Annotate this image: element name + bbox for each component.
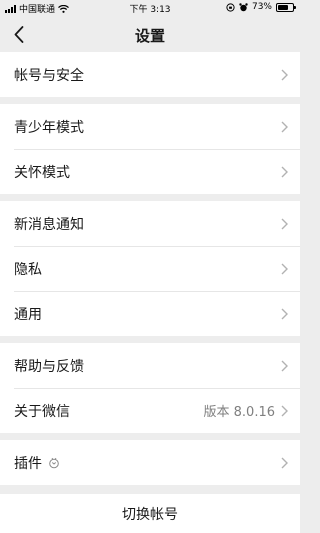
switch-account-label: 切换帐号: [122, 506, 178, 523]
settings-item-about-wechat[interactable]: 关于微信 版本 8.0.16: [0, 388, 300, 433]
chevron-right-icon: [281, 308, 288, 320]
chevron-right-icon: [281, 263, 288, 275]
settings-item-label: 关于微信: [14, 403, 70, 420]
settings-group-about: 帮助与反馈 关于微信 版本 8.0.16: [0, 343, 300, 433]
battery-fill: [278, 4, 289, 10]
settings-item-label: 关怀模式: [14, 164, 70, 181]
version-value: 版本 8.0.16: [203, 405, 275, 420]
settings-group-plugins: 插件: [0, 440, 300, 485]
page-title: 设置: [134, 27, 165, 45]
settings-group-account: 帐号与安全: [0, 52, 300, 97]
settings-item-care-mode[interactable]: 关怀模式: [0, 149, 300, 194]
chevron-right-icon: [281, 218, 288, 230]
chevron-right-icon: [281, 121, 288, 133]
settings-group-general: 新消息通知 隐私 通用: [0, 201, 300, 336]
chevron-right-icon: [281, 360, 288, 372]
status-bar: 中国联通 下午 3:13 73%: [0, 0, 300, 16]
settings-item-notifications[interactable]: 新消息通知: [0, 201, 300, 246]
alarm-icon: [239, 2, 248, 11]
chevron-right-icon: [281, 166, 288, 178]
status-right: 73%: [226, 2, 296, 12]
settings-item-general[interactable]: 通用: [0, 291, 300, 336]
settings-item-privacy[interactable]: 隐私: [0, 246, 300, 291]
chevron-right-icon: [281, 405, 288, 417]
chevron-right-icon: [281, 69, 288, 81]
settings-item-teen-mode[interactable]: 青少年模式: [0, 104, 300, 149]
settings-item-label: 通用: [14, 306, 42, 323]
plugin-icon: [49, 457, 59, 468]
settings-item-help-feedback[interactable]: 帮助与反馈: [0, 343, 300, 388]
settings-item-label: 青少年模式: [14, 119, 84, 136]
settings-item-label-wrap: 插件: [14, 453, 281, 473]
settings-item-label: 隐私: [14, 261, 42, 278]
settings-group-modes: 青少年模式 关怀模式: [0, 104, 300, 194]
battery-percent: 73%: [251, 2, 272, 12]
settings-item-label: 插件: [14, 455, 42, 472]
settings-item-plugins[interactable]: 插件: [0, 440, 300, 485]
settings-item-label: 帮助与反馈: [14, 358, 84, 375]
settings-item-account-security[interactable]: 帐号与安全: [0, 52, 300, 97]
navigation-bar: 设置: [0, 16, 300, 52]
settings-item-label: 帐号与安全: [14, 67, 84, 84]
chevron-right-icon: [281, 457, 288, 469]
orientation-lock-icon: [226, 2, 235, 12]
settings-item-label: 新消息通知: [14, 216, 84, 233]
battery-icon: [276, 2, 296, 12]
switch-account-button[interactable]: 切换帐号: [0, 494, 300, 533]
